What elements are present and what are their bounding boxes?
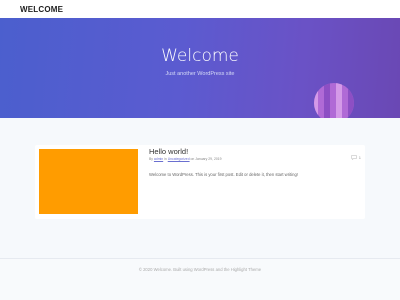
meta-on-label: on (190, 157, 195, 161)
hero-tagline: Just another WordPress site (165, 71, 235, 77)
comment-bubble-icon (351, 155, 357, 160)
category-link[interactable]: Uncategorized (168, 157, 190, 161)
footer-credits: © 2020 Welcome. Built using WordPress an… (138, 267, 262, 272)
author-link[interactable]: admin (154, 157, 163, 161)
hero-banner: Welcome Just another WordPress site (0, 18, 400, 118)
site-title-link[interactable]: WELCOME (20, 5, 63, 14)
comment-count: 1 (358, 155, 361, 160)
post-date: January 29, 2019 (195, 157, 222, 161)
comments-link[interactable]: 1 (351, 155, 361, 160)
meta-by-label: By (149, 157, 153, 161)
post-title-link[interactable]: Hello world! (149, 147, 188, 156)
meta-in-label: in (164, 157, 167, 161)
post-excerpt: Welcome to WordPress. This is your first… (149, 172, 298, 177)
site-footer: © 2020 Welcome. Built using WordPress an… (0, 259, 400, 300)
hot-air-balloon-icon (314, 83, 354, 118)
top-navbar: WELCOME (0, 0, 400, 18)
post-card: Hello world! By admin in Uncategorized o… (35, 145, 365, 219)
post-thumbnail[interactable] (39, 149, 138, 214)
post-meta: By admin in Uncategorized on January 29,… (149, 157, 221, 161)
hero-title: Welcome (161, 46, 239, 66)
